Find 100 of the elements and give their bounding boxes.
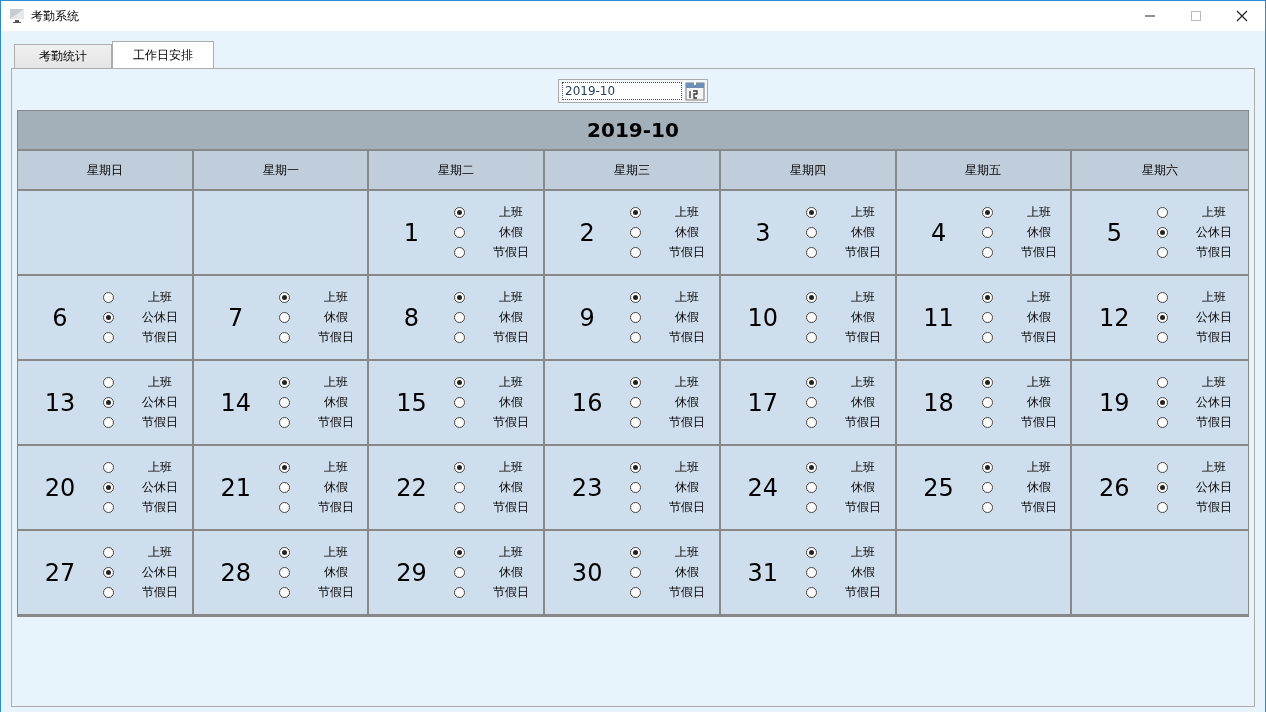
radio-button[interactable] — [805, 292, 817, 303]
radio-button[interactable] — [1157, 207, 1169, 218]
radio-button[interactable] — [630, 567, 642, 578]
radio-button[interactable] — [278, 332, 290, 343]
radio-button[interactable] — [278, 567, 290, 578]
radio-button[interactable] — [805, 247, 817, 258]
radio-button[interactable] — [981, 247, 993, 258]
radio-button[interactable] — [1157, 417, 1169, 428]
radio-button[interactable] — [1157, 227, 1169, 238]
radio-button[interactable] — [454, 207, 466, 218]
radio-button[interactable] — [630, 377, 642, 388]
radio-button[interactable] — [1157, 397, 1169, 408]
radio-button[interactable] — [103, 587, 114, 598]
radio-button[interactable] — [103, 417, 114, 428]
radio-button[interactable] — [630, 227, 642, 238]
radio-button[interactable] — [278, 417, 290, 428]
radio-button[interactable] — [981, 397, 993, 408]
radio-button[interactable] — [1157, 502, 1169, 513]
radio-button[interactable] — [103, 482, 114, 493]
radio-button[interactable] — [1157, 482, 1169, 493]
radio-button[interactable] — [981, 502, 993, 513]
radio-button[interactable] — [805, 227, 817, 238]
radio-button[interactable] — [1157, 292, 1169, 303]
radio-button[interactable] — [278, 462, 290, 473]
radio-button[interactable] — [630, 332, 642, 343]
radio-button[interactable] — [278, 292, 290, 303]
day-number: 21 — [220, 473, 251, 502]
radio-button[interactable] — [103, 462, 114, 473]
radio-button[interactable] — [630, 502, 642, 513]
radio-button[interactable] — [103, 332, 114, 343]
radio-button[interactable] — [103, 292, 114, 303]
radio-button[interactable] — [103, 502, 114, 513]
radio-button[interactable] — [805, 207, 817, 218]
radio-button[interactable] — [805, 547, 817, 558]
radio-button[interactable] — [630, 312, 642, 323]
radio-button[interactable] — [454, 482, 466, 493]
radio-button[interactable] — [630, 417, 642, 428]
radio-button[interactable] — [454, 547, 466, 558]
radio-button[interactable] — [278, 502, 290, 513]
radio-button[interactable] — [981, 462, 993, 473]
radio-button[interactable] — [1157, 247, 1169, 258]
radio-button[interactable] — [981, 417, 993, 428]
radio-button[interactable] — [278, 482, 290, 493]
radio-button[interactable] — [630, 547, 642, 558]
radio-button[interactable] — [630, 462, 642, 473]
radio-button[interactable] — [805, 417, 817, 428]
close-icon[interactable] — [1236, 10, 1248, 22]
radio-button[interactable] — [454, 227, 466, 238]
radio-button[interactable] — [454, 332, 466, 343]
radio-button[interactable] — [278, 547, 290, 558]
radio-button[interactable] — [981, 377, 993, 388]
radio-button[interactable] — [981, 482, 993, 493]
radio-button[interactable] — [103, 312, 114, 323]
radio-button[interactable] — [103, 397, 114, 408]
radio-button[interactable] — [454, 292, 466, 303]
radio-button[interactable] — [454, 397, 466, 408]
radio-button[interactable] — [981, 207, 993, 218]
radio-button[interactable] — [278, 377, 290, 388]
radio-button[interactable] — [454, 462, 466, 473]
radio-button[interactable] — [1157, 377, 1169, 388]
radio-button[interactable] — [103, 547, 114, 558]
radio-button[interactable] — [1157, 312, 1169, 323]
radio-button[interactable] — [454, 417, 466, 428]
calendar-icon[interactable] — [685, 81, 705, 101]
radio-button[interactable] — [454, 312, 466, 323]
radio-button[interactable] — [805, 502, 817, 513]
radio-button[interactable] — [454, 567, 466, 578]
radio-button[interactable] — [630, 587, 642, 598]
radio-button[interactable] — [278, 312, 290, 323]
radio-button[interactable] — [805, 312, 817, 323]
radio-button[interactable] — [630, 207, 642, 218]
radio-button[interactable] — [630, 397, 642, 408]
radio-button[interactable] — [805, 397, 817, 408]
radio-button[interactable] — [1157, 462, 1169, 473]
tab[interactable]: 工作日安排 — [112, 41, 214, 68]
radio-button[interactable] — [103, 377, 114, 388]
radio-button[interactable] — [630, 482, 642, 493]
radio-button[interactable] — [1157, 332, 1169, 343]
radio-button[interactable] — [805, 567, 817, 578]
radio-button[interactable] — [103, 567, 114, 578]
radio-button[interactable] — [278, 397, 290, 408]
radio-button[interactable] — [278, 587, 290, 598]
radio-button[interactable] — [454, 502, 466, 513]
radio-button[interactable] — [805, 332, 817, 343]
radio-button[interactable] — [805, 482, 817, 493]
radio-button[interactable] — [454, 587, 466, 598]
radio-button[interactable] — [805, 377, 817, 388]
month-picker[interactable]: 2019-10 — [558, 79, 708, 103]
radio-button[interactable] — [630, 292, 642, 303]
radio-button[interactable] — [981, 292, 993, 303]
radio-button[interactable] — [805, 462, 817, 473]
radio-button[interactable] — [805, 587, 817, 598]
radio-button[interactable] — [981, 227, 993, 238]
radio-button[interactable] — [454, 377, 466, 388]
radio-button[interactable] — [981, 332, 993, 343]
tab[interactable]: 考勤统计 — [14, 44, 112, 68]
radio-button[interactable] — [454, 247, 466, 258]
radio-label: 节假日 — [668, 584, 707, 601]
radio-button[interactable] — [630, 247, 642, 258]
radio-button[interactable] — [981, 312, 993, 323]
